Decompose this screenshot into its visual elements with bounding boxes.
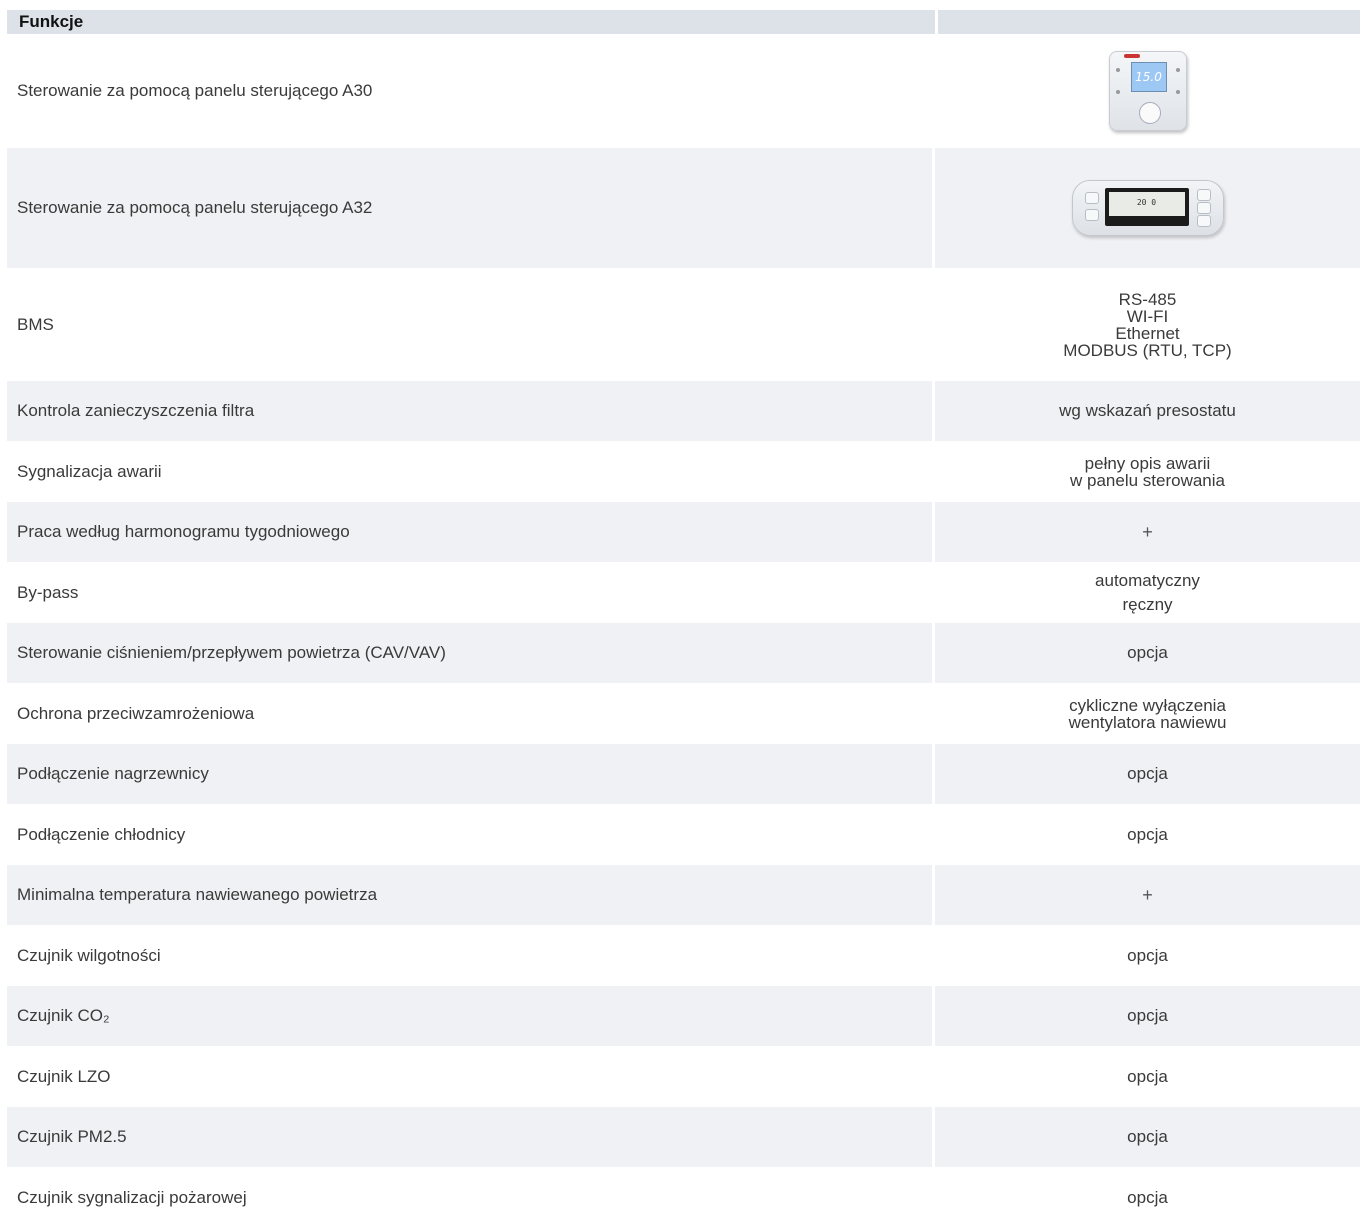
table-row: Kontrola zanieczyszczenia filtra wg wska… (7, 381, 1360, 441)
header-functions: Funkcje (7, 10, 935, 34)
row-label: Podłączenie chłodnicy (7, 804, 935, 865)
value-line: + (1142, 884, 1153, 905)
button-icon (1175, 90, 1180, 94)
value-line: RS-485 (1118, 289, 1177, 309)
row-value: opcja (935, 804, 1360, 865)
value-line: cykliczne wyłączenia (1069, 695, 1226, 715)
table-row: Sygnalizacja awarii pełny opis awarii w … (7, 441, 1360, 502)
row-value: 20 0 (935, 148, 1360, 268)
row-label: BMS (7, 268, 935, 381)
row-label: Czujnik sygnalizacji pożarowej (7, 1167, 935, 1228)
row-label: Czujnik LZO (7, 1046, 935, 1107)
value-line: wentylatora nawiewu (1068, 712, 1227, 732)
value-line: automatyczny (1095, 570, 1200, 590)
table-row: Czujnik wilgotności opcja (7, 925, 1360, 986)
row-value: opcja (935, 623, 1360, 683)
table-row: Praca według harmonogramu tygodniowego + (7, 502, 1360, 562)
value-line: opcja (1127, 1066, 1168, 1086)
value-line: wg wskazań presostatu (1059, 401, 1236, 420)
a30-display: 15.0 (1130, 62, 1167, 92)
table-row: Czujnik CO₂ opcja (7, 986, 1360, 1046)
table-row: Podłączenie chłodnicy opcja (7, 804, 1360, 865)
button-icon (1084, 192, 1099, 204)
value-line: opcja (1127, 945, 1168, 965)
table-row: Sterowanie za pomocą panelu sterującego … (7, 148, 1360, 268)
functions-table: Funkcje Sterowanie za pomocą panelu ster… (7, 10, 1360, 1228)
button-icon (1196, 189, 1211, 201)
value-line: pełny opis awarii (1084, 453, 1211, 473)
value-line: w panelu sterowania (1070, 470, 1225, 490)
value-line: WI-FI (1126, 306, 1169, 326)
row-value: cykliczne wyłączenia wentylatora nawiewu (935, 683, 1360, 744)
row-value: RS-485 WI-FI Ethernet MODBUS (RTU, TCP) (935, 268, 1360, 381)
button-icon (1196, 215, 1211, 227)
row-label: Praca według harmonogramu tygodniowego (7, 502, 935, 562)
a30-panel-image: 15.0 (1108, 51, 1187, 131)
row-label: Sterowanie ciśnieniem/przepływem powietr… (7, 623, 935, 683)
table-row: Sterowanie ciśnieniem/przepływem powietr… (7, 623, 1360, 683)
row-value: opcja (935, 1046, 1360, 1107)
row-label: Podłączenie nagrzewnicy (7, 744, 935, 804)
button-icon (1115, 68, 1120, 72)
row-value: opcja (935, 925, 1360, 986)
table-row: By-pass automatyczny ręczny (7, 562, 1360, 623)
row-value: automatyczny ręczny (935, 562, 1360, 623)
row-label: Czujnik PM2.5 (7, 1107, 935, 1167)
row-label: Minimalna temperatura nawiewanego powiet… (7, 865, 935, 925)
a32-display: 20 0 (1108, 192, 1185, 216)
row-value: opcja (935, 744, 1360, 804)
row-label: Czujnik CO₂ (7, 986, 935, 1046)
row-label: Sygnalizacja awarii (7, 441, 935, 502)
button-icon (1196, 202, 1211, 214)
button-icon (1084, 209, 1099, 221)
table-row: Minimalna temperatura nawiewanego powiet… (7, 865, 1360, 925)
a32-screen: 20 0 (1104, 188, 1189, 226)
value-line: opcja (1127, 1006, 1168, 1025)
row-value: 15.0 (935, 34, 1360, 148)
row-value: opcja (935, 1167, 1360, 1228)
row-value: + (935, 865, 1360, 925)
value-line: MODBUS (RTU, TCP) (1063, 340, 1232, 360)
a32-panel-image: 20 0 (1071, 180, 1224, 236)
row-label: Sterowanie za pomocą panelu sterującego … (7, 34, 935, 148)
table-header: Funkcje (7, 10, 1360, 34)
table-row: Sterowanie za pomocą panelu sterującego … (7, 34, 1360, 148)
row-label: Sterowanie za pomocą panelu sterującego … (7, 148, 935, 268)
table-row: Czujnik LZO opcja (7, 1046, 1360, 1107)
value-line: Ethernet (1115, 323, 1180, 343)
header-value (938, 10, 1360, 34)
row-value: wg wskazań presostatu (935, 381, 1360, 441)
row-value: + (935, 502, 1360, 562)
row-value: opcja (935, 1107, 1360, 1167)
table-row: Czujnik sygnalizacji pożarowej opcja (7, 1167, 1360, 1228)
value-line: opcja (1127, 824, 1168, 844)
value-line: + (1142, 521, 1153, 542)
value-line: opcja (1127, 643, 1168, 662)
row-label: Kontrola zanieczyszczenia filtra (7, 381, 935, 441)
table-row: Czujnik PM2.5 opcja (7, 1107, 1360, 1167)
row-label: Ochrona przeciwzamrożeniowa (7, 683, 935, 744)
value-line: opcja (1127, 764, 1168, 783)
brand-logo-icon (1123, 54, 1140, 58)
button-icon (1175, 68, 1180, 72)
value-line: opcja (1127, 1187, 1168, 1207)
row-value: opcja (935, 986, 1360, 1046)
value-line: ręczny (1122, 594, 1173, 614)
table-row: Podłączenie nagrzewnicy opcja (7, 744, 1360, 804)
row-label: Czujnik wilgotności (7, 925, 935, 986)
button-icon (1115, 90, 1120, 94)
row-value: pełny opis awarii w panelu sterowania (935, 441, 1360, 502)
table-row: Ochrona przeciwzamrożeniowa cykliczne wy… (7, 683, 1360, 744)
knob-icon (1138, 102, 1161, 124)
table-row: BMS RS-485 WI-FI Ethernet MODBUS (RTU, T… (7, 268, 1360, 381)
value-line: opcja (1127, 1127, 1168, 1146)
row-label: By-pass (7, 562, 935, 623)
